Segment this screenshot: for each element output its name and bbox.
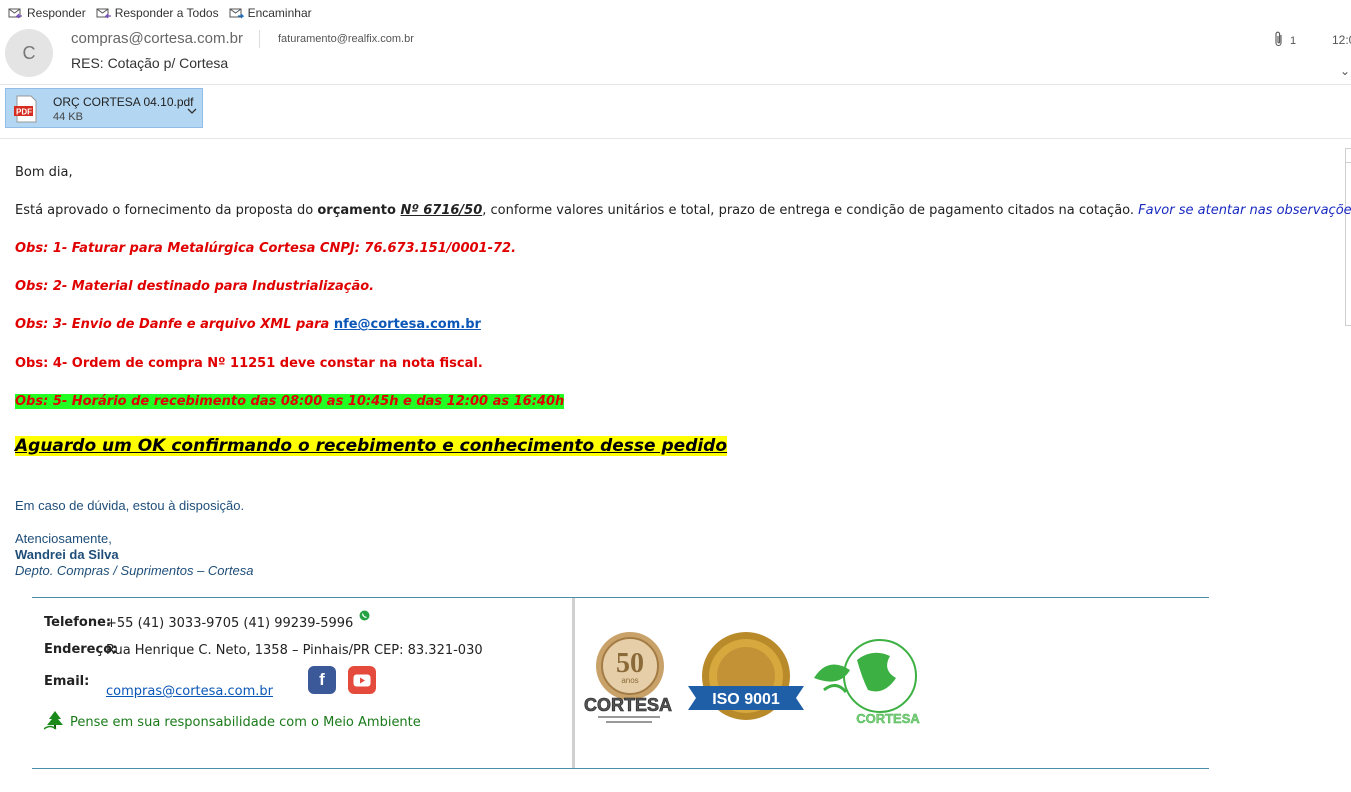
greeting: Bom dia, bbox=[15, 165, 73, 180]
chevron-down-icon[interactable]: ⌄ bbox=[1340, 64, 1350, 78]
sender-avatar[interactable]: C bbox=[5, 29, 53, 77]
message-actions: Responder Responder a Todos Encaminhar bbox=[8, 6, 312, 20]
signature-divider bbox=[572, 598, 575, 768]
approval-text-rest: , conforme valores unitários e total, pr… bbox=[482, 203, 1139, 218]
forward-icon bbox=[229, 6, 245, 20]
quote-number: Nº 6716/50 bbox=[400, 203, 483, 218]
environment-note: Pense em sua responsabilidade com o Meio… bbox=[43, 710, 421, 734]
reply-icon bbox=[8, 6, 24, 20]
sender-department: Depto. Compras / Suprimentos – Cortesa bbox=[15, 563, 254, 578]
attachment-count[interactable]: 1 bbox=[1274, 31, 1296, 50]
confirm-request-text: Aguardo um OK confirmando o recebimento … bbox=[15, 436, 728, 456]
header-divider bbox=[259, 30, 260, 48]
sender-address[interactable]: compras@cortesa.com.br bbox=[71, 30, 243, 47]
approval-bold: orçamento bbox=[317, 203, 401, 218]
address-value: Rua Henrique C. Neto, 1358 – Pinhais/PR … bbox=[106, 643, 483, 658]
recipient-address[interactable]: faturamento@realfix.com.br bbox=[278, 33, 414, 45]
signature-email-link[interactable]: compras@cortesa.com.br bbox=[106, 684, 273, 699]
reply-all-label: Responder a Todos bbox=[114, 6, 219, 20]
attachment-card[interactable]: PDF ORÇ CORTESA 04.10.pdf 44 KB bbox=[5, 88, 203, 128]
eco-logo-brand: CORTESA bbox=[856, 711, 920, 726]
obs-3-text: Obs: 3- Envio de Danfe e arquivo XML par… bbox=[15, 317, 334, 332]
message-subject: RES: Cotação p/ Cortesa bbox=[71, 55, 229, 71]
youtube-icon[interactable] bbox=[348, 666, 376, 694]
pdf-icon: PDF bbox=[13, 95, 37, 123]
pdf-icon-label: PDF bbox=[16, 108, 32, 117]
signature-top-border bbox=[32, 597, 1209, 598]
logo-50-anos: anos bbox=[621, 676, 638, 685]
facebook-icon[interactable]: f bbox=[308, 666, 336, 694]
reply-label: Responder bbox=[27, 6, 86, 20]
obs-4: Obs: 4- Ordem de compra Nº 11251 deve co… bbox=[15, 356, 483, 371]
reply-all-button[interactable]: Responder a Todos bbox=[96, 6, 219, 20]
iso-seal-text: ISO 9001 bbox=[712, 691, 780, 708]
confirm-request: Aguardo um OK confirmando o recebimento … bbox=[15, 436, 728, 456]
phone-label: Telefone: bbox=[44, 615, 112, 630]
obs-5-text: Obs: 5- Horário de recebimento das 08:00… bbox=[15, 394, 565, 409]
cortesa-eco-logo: CORTESA bbox=[812, 630, 940, 735]
logo-50-number: 50 bbox=[616, 648, 644, 679]
iso-9001-seal: ISO 9001 bbox=[686, 630, 808, 731]
doubt-line: Em caso de dúvida, estou à disposição. bbox=[15, 498, 245, 513]
closing: Atenciosamente, bbox=[15, 531, 112, 546]
sender-name: Wandrei da Silva bbox=[15, 547, 119, 562]
forward-button[interactable]: Encaminhar bbox=[229, 6, 312, 20]
scroll-up-button[interactable] bbox=[1345, 148, 1351, 163]
phone-value: +55 (41) 3033-9705 (41) 99239-5996 bbox=[106, 610, 370, 631]
email-label: Email: bbox=[44, 674, 90, 689]
environment-text: Pense em sua responsabilidade com o Meio… bbox=[70, 714, 421, 730]
chevron-down-icon[interactable] bbox=[187, 102, 197, 120]
attachment-count-value: 1 bbox=[1290, 34, 1297, 47]
reply-button[interactable]: Responder bbox=[8, 6, 86, 20]
logo-50-brand: CORTESA bbox=[584, 695, 672, 715]
whatsapp-icon bbox=[359, 610, 370, 625]
scrollbar[interactable] bbox=[1345, 148, 1351, 326]
approval-line: Está aprovado o fornecimento da proposta… bbox=[15, 203, 1351, 218]
header-separator bbox=[0, 84, 1351, 85]
approval-text: Está aprovado o fornecimento da proposta… bbox=[15, 203, 318, 218]
obs-2: Obs: 2- Material destinado para Industri… bbox=[15, 279, 375, 294]
attachment-size: 44 KB bbox=[53, 111, 83, 123]
reply-all-icon bbox=[96, 6, 112, 20]
forward-label: Encaminhar bbox=[247, 6, 312, 20]
cortesa-50-anos-logo: 50 anos CORTESA bbox=[578, 628, 682, 733]
message-time: 12:0 bbox=[1332, 33, 1351, 47]
paperclip-icon bbox=[1274, 31, 1284, 50]
approval-note: Favor se atentar nas observações abaixo: bbox=[1138, 203, 1351, 218]
signature-bottom-border bbox=[32, 768, 1209, 769]
obs-1: Obs: 1- Faturar para Metalúrgica Cortesa… bbox=[15, 241, 517, 256]
obs-5: Obs: 5- Horário de recebimento das 08:00… bbox=[15, 394, 565, 409]
attachment-name: ORÇ CORTESA 04.10.pdf bbox=[53, 95, 194, 109]
attachment-separator bbox=[0, 138, 1351, 139]
tree-icon bbox=[43, 710, 66, 734]
obs-3: Obs: 3- Envio de Danfe e arquivo XML par… bbox=[15, 317, 481, 332]
phone-numbers: +55 (41) 3033-9705 (41) 99239-5996 bbox=[106, 616, 354, 631]
nfe-email-link[interactable]: nfe@cortesa.com.br bbox=[334, 317, 481, 332]
